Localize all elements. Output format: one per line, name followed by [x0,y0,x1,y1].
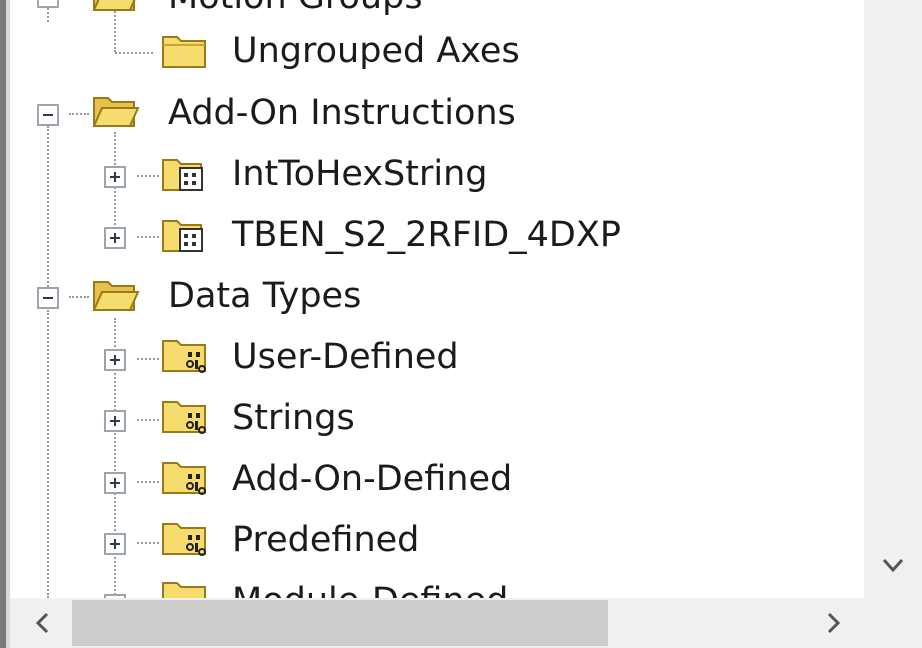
controller-organizer-tree[interactable]: Motion Groups Ungrouped Axes Add-On Inst… [10,0,864,598]
tree-item-predefined[interactable]: Predefined [232,519,419,561]
expand-toggle[interactable] [104,349,126,371]
data-type-folder-icon [162,340,206,373]
tree-connector [137,419,159,421]
tree-item-inttohexstring[interactable]: IntToHexString [232,153,487,195]
folder-open-icon [92,0,136,11]
tree-item-strings[interactable]: Strings [232,397,355,439]
tree-item-tben-s2-2rfid-4dxp[interactable]: TBEN_S2_2RFID_4DXP [232,214,621,256]
chevron-down-icon[interactable] [876,548,910,582]
expand-toggle[interactable] [104,533,126,555]
folder-closed-icon [162,36,206,68]
aoi-folder-icon [162,220,203,252]
data-type-folder-icon [162,401,206,434]
data-type-folder-icon [162,523,206,556]
tree-connector [137,481,159,483]
tree-connector [69,296,89,298]
horizontal-scroll-thumb[interactable] [72,600,608,646]
tree-item-add-on-defined[interactable]: Add-On-Defined [232,458,512,500]
folder-open-icon [92,97,140,127]
data-type-folder-icon [162,582,206,598]
tree-connector [47,310,49,598]
tree-connector [137,175,159,177]
expand-toggle[interactable] [104,166,126,188]
tree-connector [137,542,159,544]
collapse-toggle[interactable] [37,104,59,126]
tree-connector [137,358,159,360]
tree-item-ungrouped-axes[interactable]: Ungrouped Axes [232,30,520,72]
tree-connector [47,126,49,294]
chevron-right-icon[interactable] [816,606,850,640]
tree-item-motion-groups[interactable]: Motion Groups [168,0,423,18]
expand-toggle[interactable] [104,227,126,249]
expand-toggle[interactable] [104,472,126,494]
tree-connector [69,113,89,115]
vertical-scrollbar[interactable] [864,0,922,598]
tree-item-user-defined[interactable]: User-Defined [232,336,459,378]
pane-left-border [0,0,10,648]
aoi-folder-icon [162,159,203,191]
horizontal-scrollbar[interactable] [10,598,922,648]
collapse-toggle[interactable] [37,0,59,8]
collapse-toggle[interactable] [37,287,59,309]
folder-open-icon [92,281,140,311]
data-type-folder-icon [162,462,206,495]
expand-toggle[interactable] [104,410,126,432]
tree-item-data-types[interactable]: Data Types [168,275,361,317]
tree-connector [115,52,153,54]
tree-connector [137,236,159,238]
tree-item-add-on-instructions[interactable]: Add-On Instructions [168,92,516,134]
tree-item-module-defined[interactable]: Module-Defined [232,580,508,598]
chevron-left-icon[interactable] [26,606,60,640]
